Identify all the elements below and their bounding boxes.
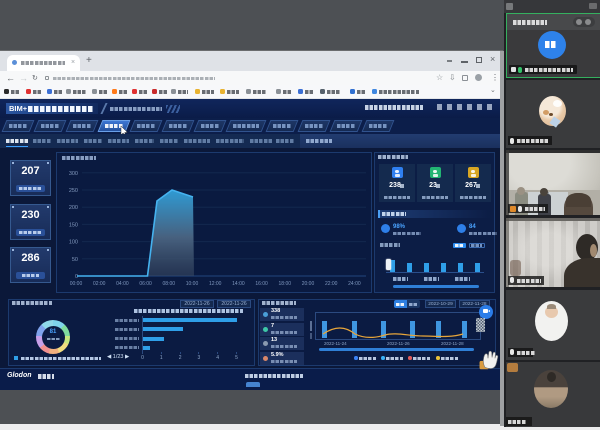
svg-text:14:00: 14:00	[232, 281, 245, 287]
svg-text:22:00: 22:00	[325, 281, 338, 287]
svg-text:04:00: 04:00	[116, 281, 129, 287]
svg-text:300: 300	[69, 171, 78, 177]
svg-text:50: 50	[72, 257, 78, 263]
svg-text:250: 250	[69, 188, 78, 194]
svg-text:16:00: 16:00	[255, 281, 268, 287]
svg-text:10:00: 10:00	[186, 281, 199, 287]
svg-text:200: 200	[69, 205, 78, 211]
svg-text:100: 100	[69, 240, 78, 246]
svg-text:06:00: 06:00	[139, 281, 152, 287]
svg-text:18:00: 18:00	[279, 281, 292, 287]
svg-text:08:00: 08:00	[163, 281, 176, 287]
svg-text:00:00: 00:00	[70, 281, 83, 287]
svg-text:150: 150	[69, 222, 78, 228]
svg-text:02:00: 02:00	[93, 281, 106, 287]
svg-text:0: 0	[75, 274, 78, 280]
svg-text:12:00: 12:00	[209, 281, 222, 287]
svg-text:20:00: 20:00	[302, 281, 315, 287]
svg-text:24:00: 24:00	[348, 281, 361, 287]
